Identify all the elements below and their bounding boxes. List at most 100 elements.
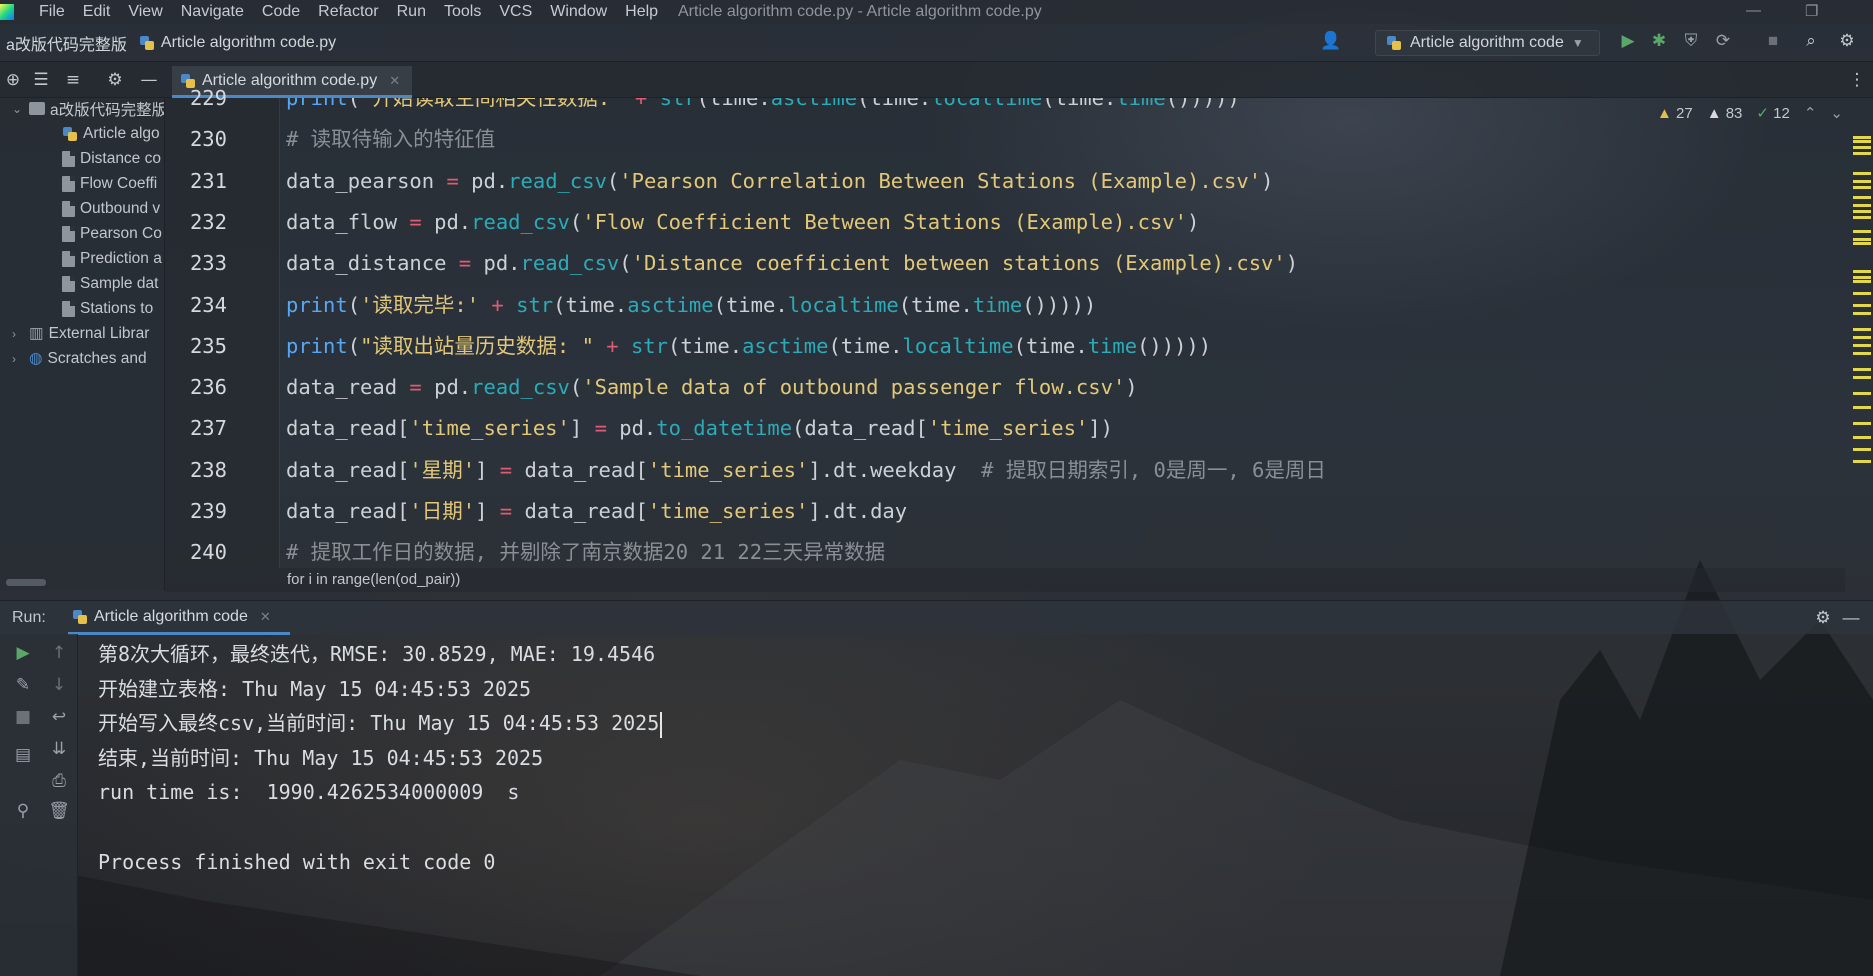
run-tab[interactable]: Article algorithm code ✕ — [68, 601, 290, 635]
select-opened-file-icon[interactable]: ⊕ — [2, 69, 24, 91]
tree-root-folder[interactable]: ⌄ a改版代码完整版 — [12, 98, 164, 121]
warning-marker[interactable] — [1853, 204, 1871, 207]
breadcrumb-file[interactable]: Article algorithm code.py — [133, 34, 342, 52]
warning-marker[interactable] — [1853, 230, 1871, 233]
user-account-icon[interactable]: 👤 — [1320, 30, 1342, 52]
menu-vcs[interactable]: VCS — [490, 3, 541, 21]
warning-marker[interactable] — [1853, 460, 1871, 463]
project-tree: ⌄ a改版代码完整版 Article algo Distance co Flow… — [0, 98, 165, 590]
warning-marker[interactable] — [1853, 146, 1871, 149]
warning-marker[interactable] — [1853, 210, 1871, 213]
warning-marker[interactable] — [1853, 270, 1871, 273]
warning-marker[interactable] — [1853, 276, 1871, 279]
warning-marker[interactable] — [1853, 292, 1871, 295]
code-editor[interactable]: print("开始读取空间相关性数据:" + str(time.asctime(… — [280, 98, 1845, 568]
minimize-button[interactable]: — — [1746, 2, 1761, 19]
search-icon[interactable]: ⌕ — [1800, 30, 1822, 52]
tree-file-item[interactable]: Stations to — [62, 296, 153, 321]
pycharm-logo-icon — [0, 4, 14, 20]
warning-marker[interactable] — [1853, 180, 1871, 183]
hide-run-panel-icon[interactable]: — — [1840, 607, 1862, 629]
menu-navigate[interactable]: Navigate — [172, 3, 253, 21]
run-configuration-select[interactable]: Article algorithm code ▼ — [1375, 30, 1600, 56]
warning-marker[interactable] — [1853, 186, 1871, 189]
warning-marker[interactable] — [1853, 406, 1871, 409]
close-icon[interactable]: ✕ — [389, 73, 400, 89]
tree-external-libraries[interactable]: › ▥ External Librar — [12, 321, 149, 346]
warning-marker[interactable] — [1853, 172, 1871, 175]
rerun-icon[interactable]: ▶ — [12, 642, 34, 664]
warning-marker[interactable] — [1853, 140, 1871, 143]
coverage-icon[interactable]: ⛨ — [1680, 30, 1702, 52]
warning-marker[interactable] — [1853, 328, 1871, 331]
menu-tools[interactable]: Tools — [435, 3, 490, 21]
warning-marker[interactable] — [1853, 376, 1871, 379]
tree-file-item[interactable]: Distance co — [62, 146, 161, 171]
tree-scratches[interactable]: › ◍ Scratches and — [12, 346, 147, 371]
project-settings-gear-icon[interactable]: ⚙ — [104, 69, 126, 91]
code-breadcrumb[interactable]: for i in range(len(od_pair)) — [165, 568, 1845, 592]
settings-gear-icon[interactable]: ⚙ — [1836, 30, 1858, 52]
tree-file-item[interactable]: Article algo — [62, 121, 160, 146]
tree-file-item[interactable]: Outbound v — [62, 196, 160, 221]
menu-edit[interactable]: Edit — [74, 3, 120, 21]
pin-icon[interactable]: ⚲ — [12, 800, 34, 822]
warning-marker[interactable] — [1853, 238, 1871, 241]
tree-file-item[interactable]: Sample dat — [62, 271, 158, 296]
breadcrumb-project[interactable]: a改版代码完整版 — [0, 31, 133, 55]
menu-code[interactable]: Code — [253, 3, 309, 21]
run-icon[interactable]: ▶ — [1617, 30, 1639, 52]
expand-all-icon[interactable]: ☰ — [30, 69, 52, 91]
trash-icon[interactable]: 🗑 — [48, 800, 70, 822]
console-output-text: 开始建立表格: Thu May 15 04:45:53 2025 — [98, 676, 532, 701]
menu-view[interactable]: View — [119, 3, 171, 21]
menu-run[interactable]: Run — [388, 3, 435, 21]
warning-marker[interactable] — [1853, 242, 1871, 245]
scroll-to-end-icon[interactable]: ⇊ — [48, 738, 70, 760]
horizontal-scrollbar[interactable] — [6, 579, 46, 586]
warning-marker[interactable] — [1853, 312, 1871, 315]
close-icon[interactable]: ✕ — [260, 609, 271, 625]
collapse-all-icon[interactable]: ≡ — [62, 69, 84, 91]
profile-icon[interactable]: ⟳ — [1712, 30, 1734, 52]
warning-marker[interactable] — [1853, 152, 1871, 155]
soft-wrap-icon[interactable]: ↩ — [48, 706, 70, 728]
warning-marker[interactable] — [1853, 216, 1871, 219]
wrench-icon[interactable]: ✎ — [12, 674, 34, 696]
warning-marker[interactable] — [1853, 336, 1871, 339]
tree-file-item[interactable]: Flow Coeffi — [62, 171, 157, 196]
restore-button[interactable]: ❐ — [1805, 2, 1818, 20]
hide-panel-icon[interactable]: — — [138, 69, 160, 91]
arrow-down-icon[interactable]: ↓ — [48, 674, 70, 696]
warning-marker[interactable] — [1853, 352, 1871, 355]
warning-marker[interactable] — [1853, 280, 1871, 283]
warning-marker[interactable] — [1853, 436, 1871, 439]
warning-marker[interactable] — [1853, 344, 1871, 347]
inspection-widget[interactable]: ▲ 27 ▲ 83 ✓ 12 ⌃ ⌄ — [1657, 104, 1843, 123]
tree-file-item[interactable]: Pearson Co — [62, 221, 162, 246]
menu-file[interactable]: File — [30, 3, 74, 21]
print-icon[interactable]: ⎙ — [48, 770, 70, 792]
tree-file-item[interactable]: Prediction a — [62, 246, 162, 271]
warning-marker[interactable] — [1853, 304, 1871, 307]
menu-refactor[interactable]: Refactor — [309, 3, 387, 21]
arrow-up-icon[interactable]: ↑ — [48, 642, 70, 664]
warning-marker[interactable] — [1853, 196, 1871, 199]
warning-marker[interactable] — [1853, 368, 1871, 371]
warning-marker[interactable] — [1853, 448, 1871, 451]
warning-marker[interactable] — [1853, 392, 1871, 395]
chevron-down-icon[interactable]: ⌄ — [1830, 104, 1843, 122]
warning-marker[interactable] — [1853, 136, 1871, 139]
menu-window[interactable]: Window — [541, 3, 616, 21]
more-options-icon[interactable]: ⋮ — [1846, 69, 1868, 91]
chevron-up-icon[interactable]: ⌃ — [1804, 104, 1817, 122]
debug-icon[interactable]: ✱ — [1648, 30, 1670, 52]
warning-marker[interactable] — [1853, 422, 1871, 425]
stop-icon[interactable]: ■ — [1762, 30, 1784, 52]
run-console[interactable]: 第8次大循环，最终迭代，RMSE: 30.8529, MAE: 19.4546 开… — [78, 634, 1853, 976]
menu-help[interactable]: Help — [616, 3, 667, 21]
layout-icon[interactable]: ▤ — [12, 744, 34, 766]
stop-icon[interactable]: ■ — [12, 706, 34, 728]
error-stripe[interactable] — [1853, 130, 1871, 560]
run-settings-gear-icon[interactable]: ⚙ — [1812, 607, 1834, 629]
